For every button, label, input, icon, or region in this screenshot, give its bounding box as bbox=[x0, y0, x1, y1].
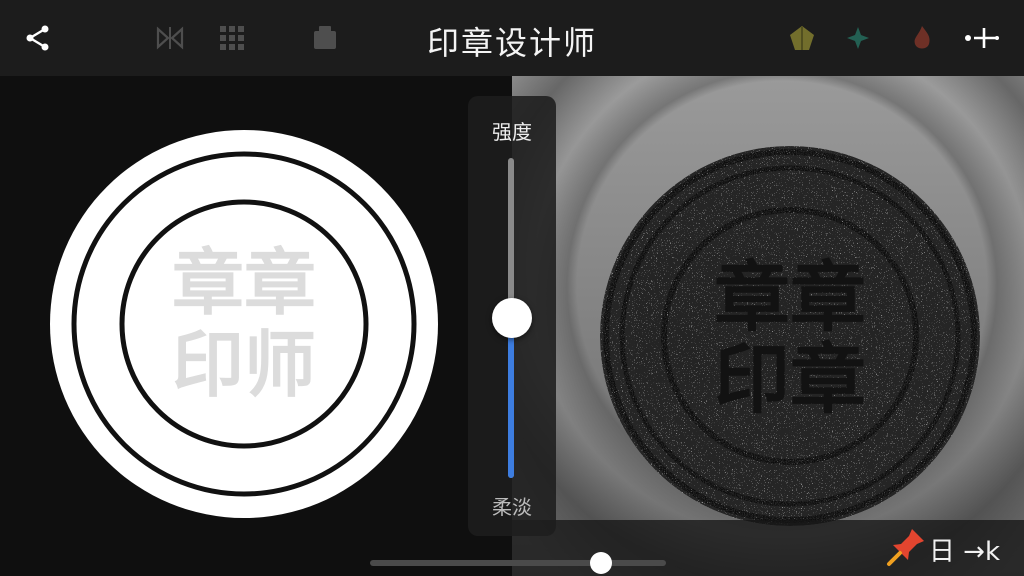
top-bar: 印章设计师 bbox=[0, 0, 1024, 76]
flame-icon[interactable] bbox=[902, 18, 942, 58]
original-preview-pane: 章章 印师 bbox=[0, 76, 512, 576]
effect-preview-pane: 章章 印章 bbox=[512, 76, 1024, 576]
stamp-text-line1: 章章 bbox=[714, 253, 866, 342]
bottom-action-label[interactable]: 日 →k bbox=[929, 531, 1000, 568]
intensity-slider-fill bbox=[508, 318, 514, 478]
preview-scrubber-thumb[interactable] bbox=[589, 552, 612, 574]
distressed-stamp-preview: 章章 印章 bbox=[600, 146, 980, 526]
sparkle-icon[interactable] bbox=[838, 18, 878, 58]
preview-scrubber[interactable] bbox=[370, 552, 666, 574]
pentagon-icon[interactable] bbox=[782, 18, 822, 58]
stamp-text-line2: 印章 bbox=[714, 335, 866, 424]
stamp-text-line2: 印师 bbox=[172, 323, 316, 407]
intensity-slider-panel: 强度 柔淡 bbox=[468, 96, 556, 536]
intensity-slider-thumb[interactable] bbox=[492, 298, 532, 338]
add-more-icon[interactable] bbox=[962, 18, 1002, 58]
clean-stamp-preview: 章章 印师 bbox=[50, 130, 438, 518]
pin-icon[interactable] bbox=[884, 525, 928, 569]
stamp-text-line1: 章章 bbox=[172, 241, 316, 325]
slider-label-strength: 强度 bbox=[492, 120, 532, 144]
slider-label-soft: 柔淡 bbox=[492, 495, 532, 519]
